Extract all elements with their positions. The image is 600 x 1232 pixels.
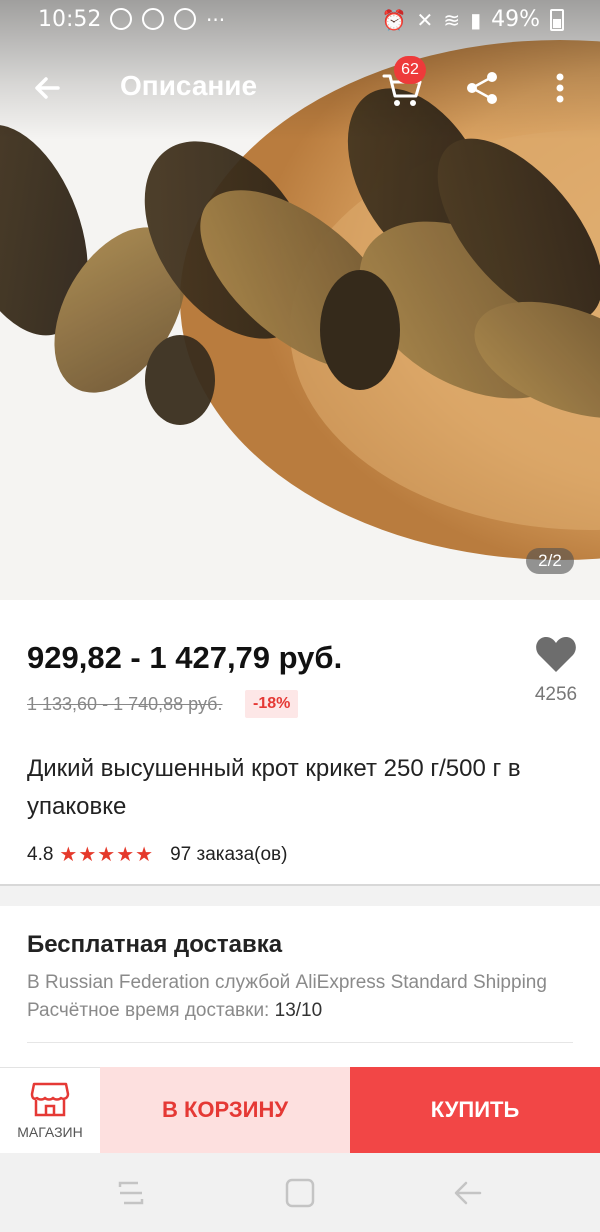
- product-title: Дикий высушенный крот крикет 250 г/500 г…: [27, 755, 521, 820]
- rating-row[interactable]: 4.8 ★★★★★ 97 заказа(ов): [27, 842, 287, 867]
- shipping-title[interactable]: Бесплатная доставка: [27, 931, 282, 959]
- gallery-page-indicator: 2/2: [526, 548, 574, 574]
- buy-now-button[interactable]: КУПИТЬ: [350, 1067, 600, 1153]
- shipping-estimate-value: 13/10: [274, 1000, 323, 1021]
- battery-percent: 49%: [491, 7, 540, 32]
- shipping-estimate: Расчётное время доставки: 13/10: [27, 1000, 322, 1022]
- old-price-range: 1 133,60 - 1 740,88 руб.: [27, 694, 223, 714]
- bottom-action-bar: МАГАЗИН В КОРЗИНУ КУПИТЬ: [0, 1067, 600, 1153]
- rating-stars: ★★★★★: [59, 842, 154, 867]
- share-icon[interactable]: [460, 66, 504, 110]
- alarm-icon: ⏰: [381, 7, 407, 32]
- add-to-cart-button[interactable]: В КОРЗИНУ: [100, 1067, 350, 1153]
- star-icon: ★: [78, 844, 98, 866]
- notification-icons: ···: [110, 8, 225, 32]
- more-vert-icon[interactable]: [540, 66, 580, 110]
- wifi-icon: ≋: [443, 7, 461, 32]
- store-button[interactable]: МАГАЗИН: [0, 1067, 100, 1153]
- rating-value: 4.8: [27, 843, 54, 865]
- orders-count: 97 заказа(ов): [170, 843, 288, 865]
- viber-icon: [110, 8, 132, 30]
- sber-icon: [142, 8, 164, 30]
- shipping-estimate-label: Расчётное время доставки:: [27, 1000, 270, 1021]
- home-icon[interactable]: [284, 1177, 316, 1209]
- wishlist-count: 4256: [534, 684, 578, 705]
- heart-icon[interactable]: [534, 634, 578, 674]
- more-notifications-icon: ···: [206, 8, 226, 32]
- status-bar: 10:52 ··· ⏰ ✕ ≋ ▮ 49%: [0, 0, 600, 40]
- mute-icon: ✕: [416, 7, 434, 32]
- divider: [27, 1042, 573, 1043]
- product-image-gallery[interactable]: 10:52 ··· ⏰ ✕ ≋ ▮ 49% Описание 62 2/2: [0, 0, 600, 600]
- star-icon: ★: [135, 844, 155, 866]
- app-bar: Описание 62: [0, 56, 600, 120]
- back-arrow-icon[interactable]: [26, 66, 70, 110]
- discount-badge: -18%: [245, 690, 299, 718]
- cart-count-badge: 62: [394, 56, 426, 84]
- store-icon: [30, 1082, 70, 1117]
- recent-apps-icon[interactable]: [116, 1179, 146, 1207]
- status-time: 10:52: [38, 7, 102, 32]
- system-nav-bar: [0, 1153, 600, 1232]
- store-label: МАГАЗИН: [17, 1124, 83, 1140]
- sber-icon: [174, 8, 196, 30]
- section-divider: [0, 884, 600, 906]
- page-title: Описание: [120, 70, 258, 101]
- star-icon: ★: [116, 844, 136, 866]
- signal-icon: ▮: [470, 7, 482, 32]
- shipping-method: В Russian Federation службой AliExpress …: [27, 972, 547, 993]
- nav-back-icon[interactable]: [452, 1179, 484, 1207]
- price-range: 929,82 - 1 427,79 руб.: [27, 640, 343, 675]
- star-icon: ★: [59, 844, 79, 866]
- system-icons: ⏰ ✕ ≋ ▮ 49%: [382, 7, 564, 32]
- battery-icon: [550, 8, 564, 31]
- star-icon: ★: [97, 844, 117, 866]
